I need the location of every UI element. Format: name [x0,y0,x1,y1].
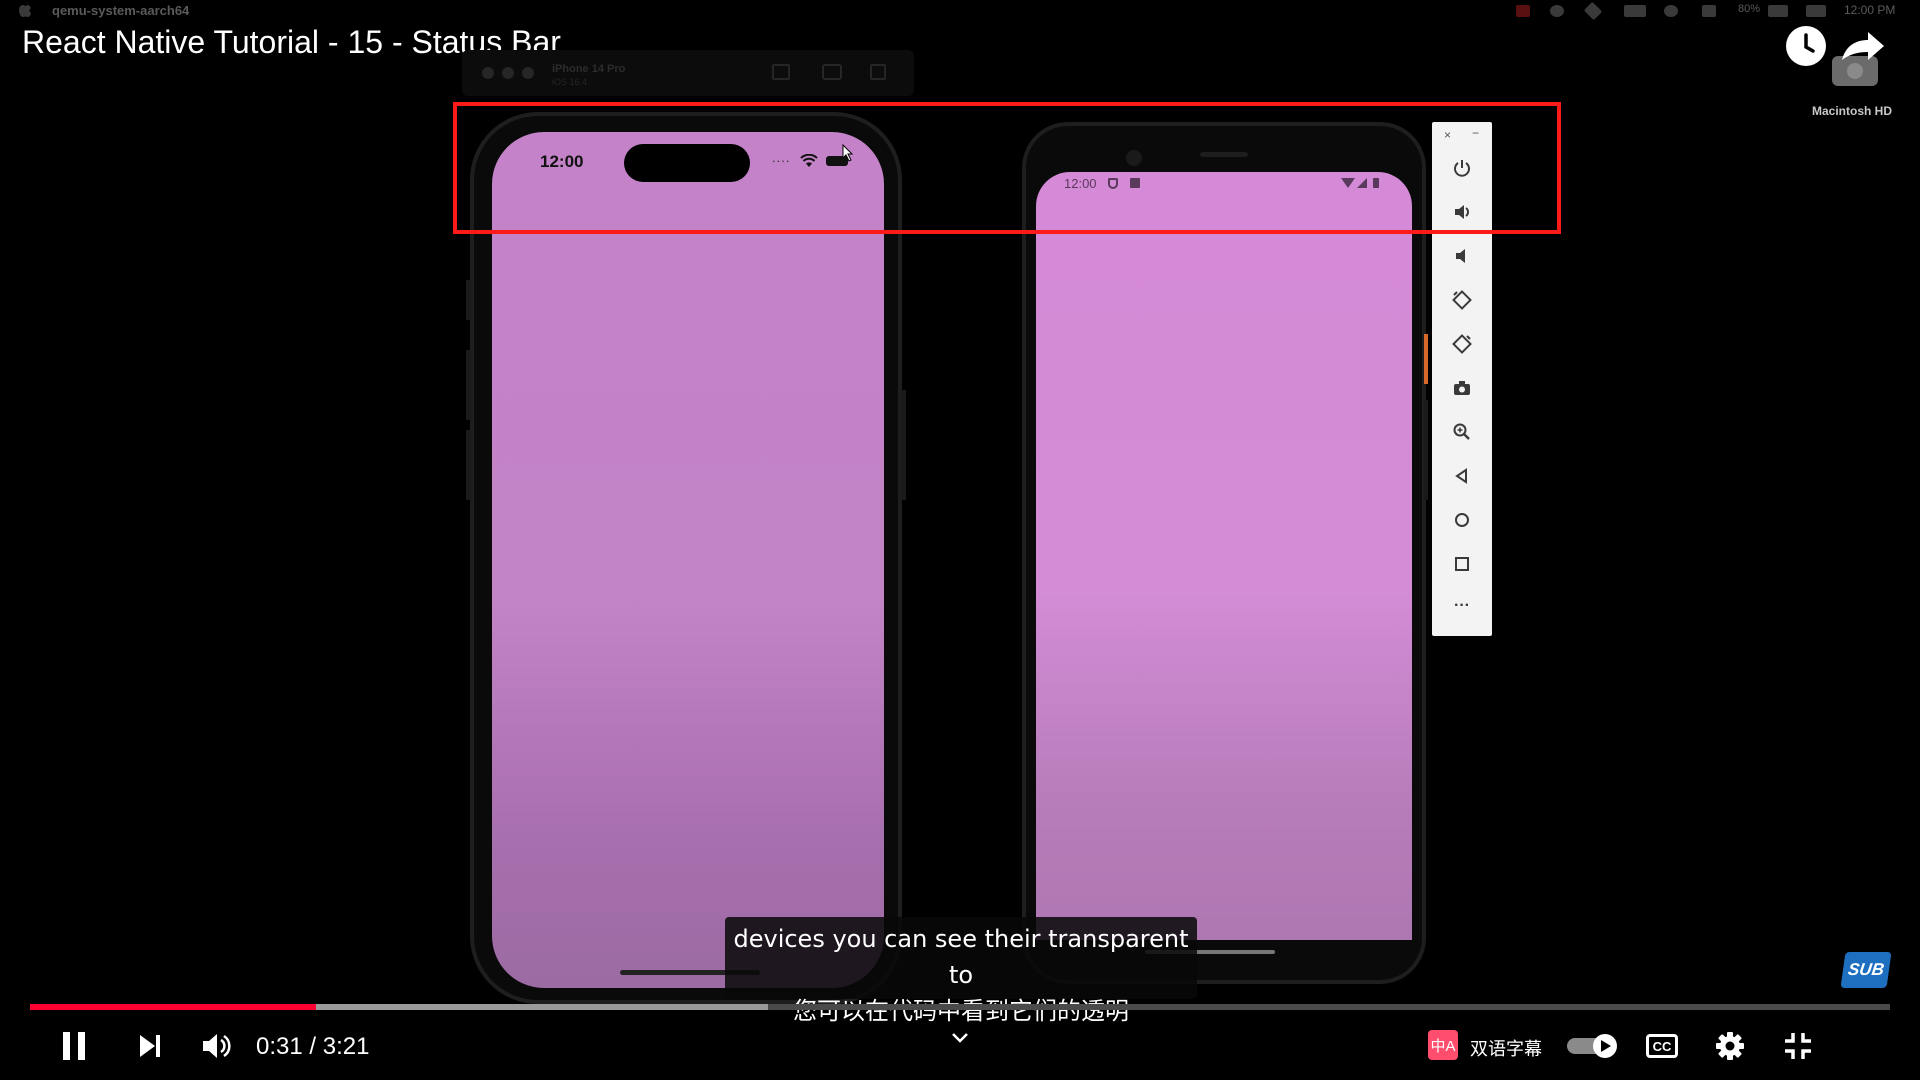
apple-menu-icon[interactable] [18,2,32,18]
control-center-icon[interactable] [1806,5,1826,17]
zoom-button[interactable] [1446,416,1478,448]
iphone-side-button [466,280,471,320]
menubar-clock[interactable]: 12:00 PM [1844,3,1895,17]
bilingual-subtitle-icon[interactable]: 中A [1428,1030,1458,1060]
back-triangle-icon [1455,468,1467,484]
iphone-power-button [901,390,906,500]
bilingual-subtitle-label[interactable]: 双语字幕 [1470,1035,1542,1061]
volume-button[interactable] [196,1026,236,1066]
camera-icon [1454,381,1470,395]
screenshot-icon[interactable] [822,64,842,80]
captions-button[interactable]: CC [1646,1034,1678,1058]
more-button[interactable]: ··· [1446,590,1478,622]
volume-down-icon [1456,249,1465,263]
iphone-screen[interactable]: 12:00 .... [492,132,884,988]
record-indicator-icon[interactable] [1516,5,1530,17]
home-button[interactable] [1446,504,1478,536]
user-icon[interactable] [1664,5,1678,17]
clock-icon [1787,27,1825,65]
rotate-left-icon [1452,290,1472,310]
battery-percent: 80% [1738,3,1761,15]
rotate-right-button[interactable] [1446,328,1478,360]
settings-button[interactable] [1710,1026,1750,1066]
moon-icon[interactable] [1550,5,1564,17]
wifi-icon[interactable] [1702,5,1716,17]
pause-icon [63,1032,85,1060]
android-volume-rocker [1424,400,1428,500]
subtitle-chinese: 您可以在代码中看到它们的透明 [793,997,1129,1025]
status-bar-highlight-box [453,102,1561,234]
back-button[interactable] [1446,460,1478,492]
home-icon[interactable] [772,64,790,80]
iphone-volume-down [466,430,471,500]
desktop-drive-label[interactable]: Macintosh HD [1812,104,1892,118]
rotate-left-button[interactable] [1446,284,1478,316]
skip-next-icon [140,1035,160,1057]
next-button[interactable] [130,1026,170,1066]
toggle-play-icon [1567,1034,1617,1058]
overview-button[interactable] [1446,548,1478,580]
zoom-icon [1453,423,1470,440]
pause-button[interactable] [54,1026,94,1066]
rotate-icon[interactable] [870,64,886,80]
expand-chevron-button[interactable] [950,1028,970,1051]
gear-icon [1716,1032,1744,1060]
volume-down-button[interactable] [1446,240,1478,272]
time-separator: / [302,1033,323,1060]
active-app-name[interactable]: qemu-system-aarch64 [52,3,189,18]
simulator-titlebar: iPhone 14 Pro iOS 16.4 [462,50,914,96]
watch-later-button[interactable] [1786,26,1826,66]
simulator-os-version: iOS 16.4 [552,77,588,87]
subtitle-english: devices you can see their transparent to [733,925,1189,989]
subtitle-box: devices you can see their transparent to… [725,917,1197,1025]
rotate-right-icon [1452,334,1472,354]
emulator-screenshot-button[interactable] [1446,372,1478,404]
home-circle-icon [1455,513,1469,527]
window-minimize-dot[interactable] [502,67,514,79]
android-power-button [1424,334,1428,384]
share-arrow-icon [1832,32,1884,86]
sub-badge[interactable]: SUB [1840,952,1892,988]
window-zoom-dot[interactable] [522,67,534,79]
progress-bar[interactable] [30,1004,1890,1010]
duration: 3:21 [322,1033,370,1060]
battery-icon[interactable] [1768,5,1788,17]
chevron-down-icon [952,1033,968,1043]
diamond-icon[interactable] [1583,1,1603,21]
progress-played [30,1004,317,1010]
iphone-volume-up [466,350,471,420]
time-display: 0:31 / 3:21 [256,1033,369,1061]
overview-square-icon [1455,557,1469,571]
mac-menubar: qemu-system-aarch64 80% 12:00 PM [0,0,1920,22]
window-close-dot[interactable] [482,67,494,79]
exit-fullscreen-button[interactable] [1778,1026,1818,1066]
input-method-icon[interactable] [1624,5,1646,17]
simulator-device-name: iPhone 14 Pro [552,63,626,75]
current-time: 0:31 [256,1033,303,1060]
android-screen[interactable]: 12:00 [1036,172,1412,940]
autoplay-toggle[interactable] [1567,1034,1619,1058]
exit-fullscreen-icon [1785,1033,1811,1059]
speaker-icon [203,1034,231,1058]
share-button[interactable] [1826,26,1892,92]
